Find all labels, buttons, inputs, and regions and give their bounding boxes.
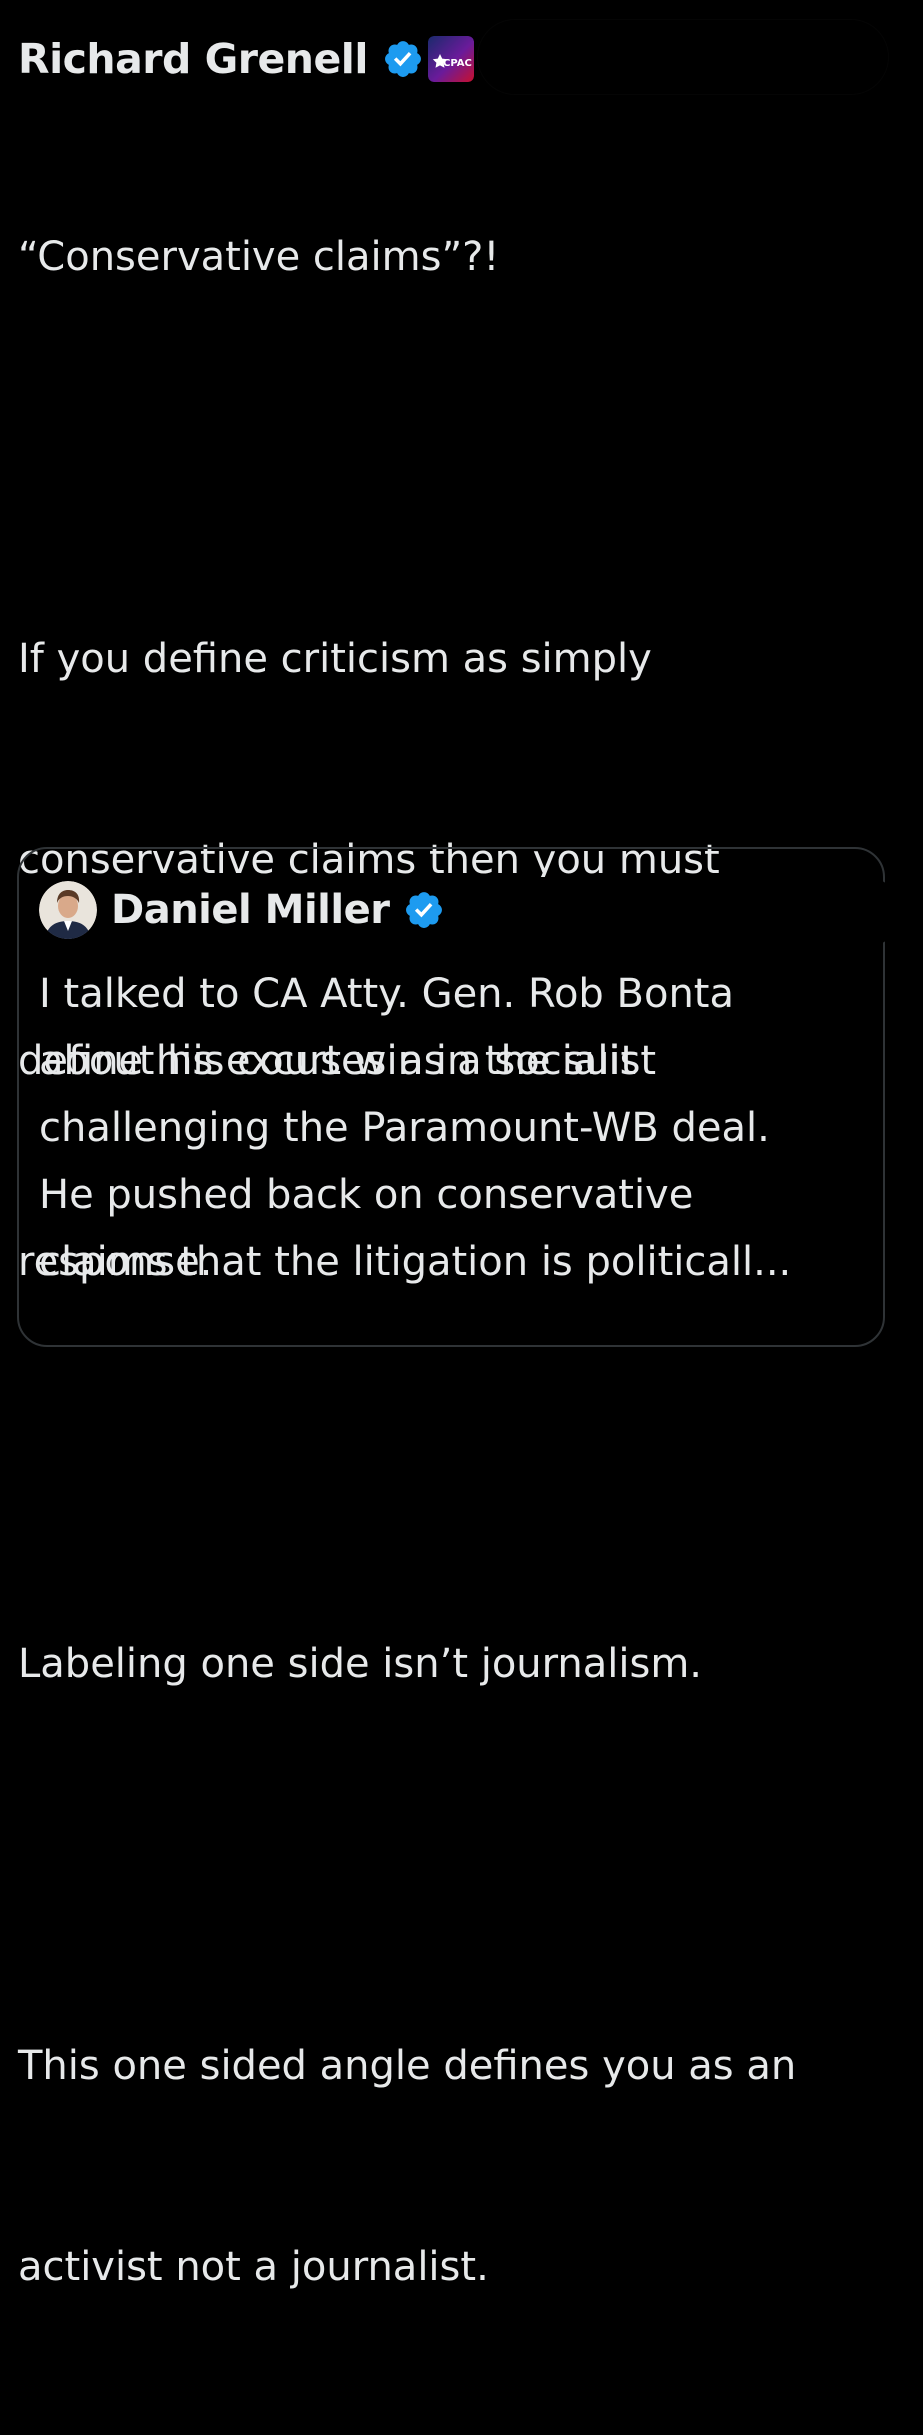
quoted-author-name[interactable]: Daniel Miller [111, 887, 390, 933]
screenshot-root: { "post": { "author_name": "Richard Gren… [0, 0, 923, 2290]
cpac-badge-icon[interactable]: CPAC [427, 36, 474, 82]
quoted-post-line: claims that the litigation is politicall… [39, 1239, 792, 1285]
post-line: Labeling one side isn’t journalism. [18, 1641, 703, 1687]
avatar-image[interactable] [39, 881, 97, 939]
quoted-post-line: about his court win in the suit [39, 1038, 637, 1084]
quoted-post-line: He pushed back on conservative [39, 1172, 694, 1218]
cpac-badge-text: CPAC [443, 58, 472, 69]
post-line: This one sided angle defines you as an [18, 2043, 797, 2089]
post-line: activist not a journalist. [18, 2244, 489, 2290]
author-name[interactable]: Richard Grenell [18, 35, 368, 83]
quoted-post-card[interactable]: Daniel Miller I talked to CA Atty. Gen. … [17, 847, 901, 1347]
redacted-handle-area [478, 20, 888, 94]
verified-badge-icon [406, 892, 443, 928]
quoted-post-header: Daniel Miller [39, 881, 445, 939]
redacted-handle-area [481, 877, 901, 947]
quoted-post-body: I talked to CA Atty. Gen. Rob Bonta abou… [39, 961, 869, 1296]
verified-badge-icon [384, 41, 421, 77]
post-line: If you define criticism as simply [18, 636, 652, 682]
quoted-post-line: challenging the Paramount-WB deal. [39, 1105, 770, 1151]
post-line: “Conservative claims”?! [18, 234, 500, 280]
quoted-post-line: I talked to CA Atty. Gen. Rob Bonta [39, 971, 734, 1017]
